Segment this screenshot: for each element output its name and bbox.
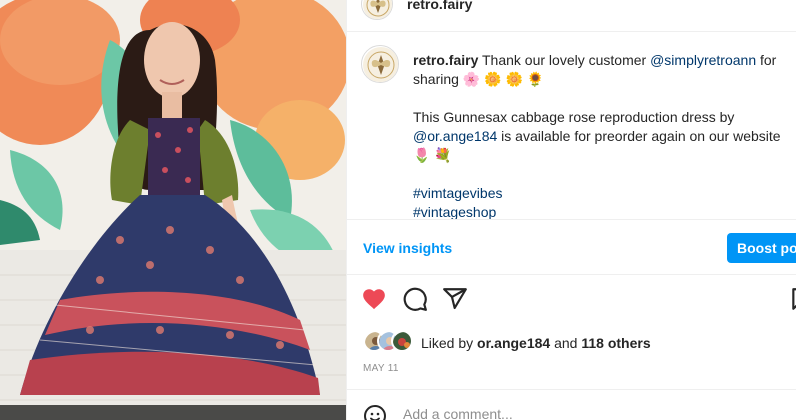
heart-filled-icon[interactable] bbox=[361, 286, 389, 314]
bookmark-icon[interactable] bbox=[789, 286, 796, 314]
liker-avatar[interactable] bbox=[391, 330, 413, 352]
mention-link[interactable]: @or.ange184 bbox=[413, 128, 497, 144]
caption-avatar[interactable] bbox=[361, 45, 399, 83]
caption-emojis: 🌷 💐 bbox=[413, 147, 452, 163]
comment-row bbox=[347, 389, 796, 420]
smiley-icon[interactable] bbox=[363, 404, 387, 420]
header-username[interactable]: retro.fairy bbox=[407, 0, 472, 12]
post-header: retro.fairy bbox=[347, 0, 796, 32]
comment-bubble-icon[interactable] bbox=[402, 286, 430, 314]
action-bar bbox=[347, 286, 796, 316]
caption-username[interactable]: retro.fairy bbox=[413, 52, 478, 68]
profile-avatar[interactable] bbox=[361, 0, 393, 20]
hashtag-link[interactable]: #vintageshop bbox=[413, 204, 496, 219]
caption-section: retro.fairy Thank our lovely customer @s… bbox=[347, 33, 796, 219]
insights-row: View insights Boost post bbox=[347, 219, 796, 275]
comment-input[interactable] bbox=[403, 406, 703, 420]
caption-emojis: 🌸 🌼 🌼 🌻 bbox=[462, 71, 545, 87]
photo-illustration bbox=[0, 0, 346, 420]
caption-line1: Thank our lovely customer bbox=[482, 52, 647, 68]
post-photo[interactable] bbox=[0, 0, 346, 420]
caption-line2-suffix: is available for preorder again on our w… bbox=[501, 128, 781, 144]
likes-prefix: Liked by bbox=[421, 335, 474, 351]
boost-post-button[interactable]: Boost post bbox=[727, 233, 796, 263]
paper-plane-icon[interactable] bbox=[442, 286, 470, 314]
caption-text: retro.fairy Thank our lovely customer @s… bbox=[413, 51, 789, 219]
post-panel: retro.fairy retro.fairy Thank our lovely… bbox=[346, 0, 796, 420]
hashtag-link[interactable]: #vimtagevibes bbox=[413, 185, 503, 201]
caption-line2: This Gunnesax cabbage rose reproduction … bbox=[413, 109, 735, 125]
post-date[interactable]: MAY 11 bbox=[363, 363, 399, 374]
liker-username[interactable]: or.ange184 bbox=[477, 335, 550, 351]
fairy-logo-icon bbox=[363, 0, 392, 19]
likes-others-link[interactable]: 118 others bbox=[581, 335, 650, 351]
likes-conjunction: and bbox=[554, 335, 578, 351]
mention-link[interactable]: @simplyretroann bbox=[650, 52, 756, 68]
view-insights-link[interactable]: View insights bbox=[363, 240, 452, 256]
fairy-logo-icon bbox=[363, 47, 398, 82]
likes-text: Liked by or.ange184 and 118 others bbox=[421, 335, 651, 351]
